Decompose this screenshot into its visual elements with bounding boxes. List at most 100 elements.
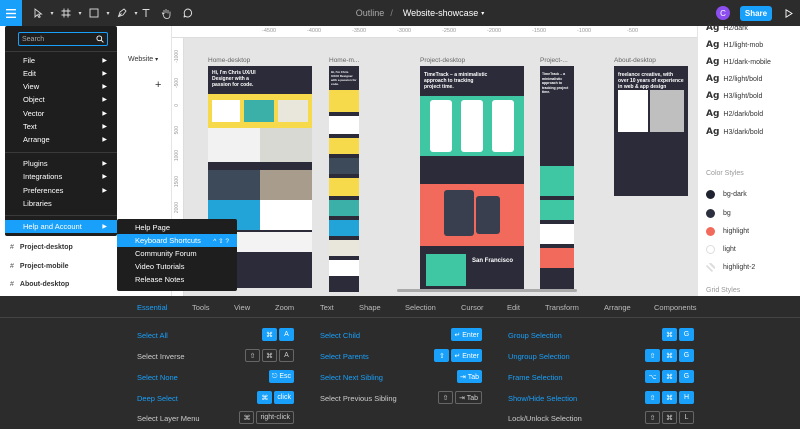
- top-toolbar: ▾ ▾ ▾ ▾ Outline / Website-showcase ▾ C S…: [0, 0, 800, 26]
- text-style-glyph: Ag: [706, 91, 720, 101]
- add-page-icon[interactable]: +: [155, 79, 161, 91]
- shortcut-key: ⇥ Tab: [455, 391, 482, 404]
- frame-label[interactable]: Project-...: [540, 57, 568, 64]
- menu-item-preferences[interactable]: Preferences ▶: [5, 184, 117, 197]
- menu-search-placeholder: Search: [22, 35, 45, 43]
- frame-image: [476, 196, 500, 234]
- shape-tool-button[interactable]: [84, 0, 104, 26]
- text-style-item[interactable]: Ag H2/dark: [706, 23, 748, 33]
- color-style-item[interactable]: highlight-2: [706, 263, 755, 272]
- frame-label[interactable]: About-desktop: [614, 57, 656, 64]
- tab-text[interactable]: Text: [320, 296, 334, 318]
- shortcut-key: ⌘: [262, 349, 277, 362]
- color-style-item[interactable]: bg: [706, 209, 731, 218]
- main-menu-button[interactable]: [0, 0, 22, 26]
- color-style-item[interactable]: highlight: [706, 227, 749, 236]
- frame-image: [650, 90, 684, 132]
- frame-image: [444, 190, 474, 236]
- tab-arrange[interactable]: Arrange: [604, 296, 631, 318]
- menu-item-plugins[interactable]: Plugins ▶: [5, 157, 117, 170]
- share-button[interactable]: Share: [740, 6, 772, 21]
- tab-components[interactable]: Components: [654, 296, 697, 318]
- menu-item-libraries[interactable]: Libraries: [5, 197, 117, 210]
- tab-edit[interactable]: Edit: [507, 296, 520, 318]
- color-swatch: [706, 263, 715, 272]
- page-selector[interactable]: Website ▾: [128, 56, 158, 63]
- menu-item-edit[interactable]: Edit ▶: [5, 67, 117, 80]
- file-title[interactable]: Outline / Website-showcase ▾: [330, 0, 510, 26]
- color-style-item[interactable]: bg-dark: [706, 190, 747, 199]
- shortcut-label: Ungroup Selection: [508, 352, 570, 361]
- file-name[interactable]: Website-showcase: [403, 8, 478, 18]
- submenu-item-help-page[interactable]: Help Page: [117, 221, 237, 234]
- text-style-item[interactable]: Ag H2/dark/bold: [706, 109, 763, 119]
- tab-shape[interactable]: Shape: [359, 296, 381, 318]
- menu-item-view[interactable]: View ▶: [5, 80, 117, 93]
- text-style-item[interactable]: Ag H3/light/bold: [706, 91, 762, 101]
- frame-label[interactable]: Home-desktop: [208, 57, 250, 64]
- shortcut-keys: ↵ Enter: [451, 328, 482, 341]
- project-name[interactable]: Outline: [356, 8, 385, 18]
- submenu-item-keyboard-shortcuts[interactable]: Keyboard Shortcuts ^ ⇧ ?: [117, 234, 237, 247]
- menu-item-arrange[interactable]: Arrange ▶: [5, 133, 117, 146]
- text-style-item[interactable]: Ag H1/dark-mobile: [706, 57, 771, 67]
- color-style-label: light: [723, 246, 736, 253]
- tab-zoom[interactable]: Zoom: [275, 296, 294, 318]
- move-tool-button[interactable]: [28, 0, 48, 26]
- chevron-down-icon[interactable]: ▾: [48, 0, 56, 26]
- frame-label[interactable]: Project-desktop: [420, 57, 465, 64]
- submenu-shortcut: ^ ⇧ ?: [213, 237, 229, 245]
- shortcut-label: Frame Selection: [508, 373, 563, 382]
- frame-about-desktop[interactable]: freelance creative, with over 10 years o…: [614, 66, 688, 196]
- color-style-item[interactable]: light: [706, 245, 736, 254]
- tab-selection[interactable]: Selection: [405, 296, 436, 318]
- submenu-item-release-notes[interactable]: Release Notes: [117, 273, 237, 286]
- chevron-down-icon[interactable]: ▾: [76, 0, 84, 26]
- frame-project-mobile[interactable]: TimeTrack – a minimalistic approach to t…: [540, 66, 574, 291]
- frame-home-mobile[interactable]: Hi, I'm Chris UX/UI Designer with a pass…: [329, 66, 359, 292]
- tab-tools[interactable]: Tools: [192, 296, 210, 318]
- hand-tool-button[interactable]: [156, 0, 176, 26]
- chevron-down-icon[interactable]: ▾: [481, 10, 484, 17]
- menu-item-file[interactable]: File ▶: [5, 54, 117, 67]
- comment-tool-button[interactable]: [178, 0, 198, 26]
- submenu-item-community-forum[interactable]: Community Forum: [117, 247, 237, 260]
- text-style-item[interactable]: Ag H3/dark/bold: [706, 127, 763, 137]
- shortcut-key: A: [279, 349, 294, 362]
- menu-item-text[interactable]: Text ▶: [5, 120, 117, 133]
- frame-label[interactable]: Home-m...: [329, 57, 359, 64]
- frame-project-desktop[interactable]: TimeTrack – a minimalistic approach to t…: [420, 66, 524, 291]
- shortcut-key: ⌘: [662, 391, 677, 404]
- avatar[interactable]: C: [716, 6, 730, 20]
- menu-item-label: Text: [23, 122, 37, 131]
- text-style-glyph: Ag: [706, 40, 720, 50]
- frame-tool-button[interactable]: [56, 0, 76, 26]
- menu-search-input[interactable]: Search: [18, 32, 108, 46]
- text-style-glyph: Ag: [706, 109, 720, 119]
- submenu-item-video-tutorials[interactable]: Video Tutorials: [117, 260, 237, 273]
- design-canvas[interactable]: -4500 -4000 -3500 -3000 -2500 -2000 -150…: [172, 26, 697, 296]
- ruler-tick: -4000: [307, 28, 322, 34]
- frame-image: [212, 100, 240, 122]
- menu-item-vector[interactable]: Vector ▶: [5, 107, 117, 120]
- text-style-item[interactable]: Ag H2/light/bold: [706, 74, 762, 84]
- text-style-glyph: Ag: [706, 23, 720, 33]
- frame-heading: Hi, I'm Chris UX/UI Designer with a pass…: [212, 70, 256, 88]
- tab-cursor[interactable]: Cursor: [461, 296, 484, 318]
- menu-item-label: Edit: [23, 69, 36, 78]
- text-tool-button[interactable]: [136, 0, 156, 26]
- tab-essential[interactable]: Essential: [137, 296, 167, 318]
- menu-item-integrations[interactable]: Integrations ▶: [5, 170, 117, 183]
- frame-image: [329, 178, 359, 196]
- pen-tool-button[interactable]: [112, 0, 132, 26]
- frame-image: [329, 138, 359, 154]
- tab-transform[interactable]: Transform: [545, 296, 579, 318]
- present-button[interactable]: [778, 0, 800, 26]
- tab-view[interactable]: View: [234, 296, 250, 318]
- menu-item-object[interactable]: Object ▶: [5, 93, 117, 106]
- chevron-down-icon[interactable]: ▾: [104, 0, 112, 26]
- canvas-scrollbar[interactable]: [397, 289, 577, 292]
- pen-icon: [117, 8, 127, 18]
- menu-item-help-and-account[interactable]: Help and Account ▶: [5, 220, 117, 233]
- text-style-item[interactable]: Ag H1/light-mob: [706, 40, 763, 50]
